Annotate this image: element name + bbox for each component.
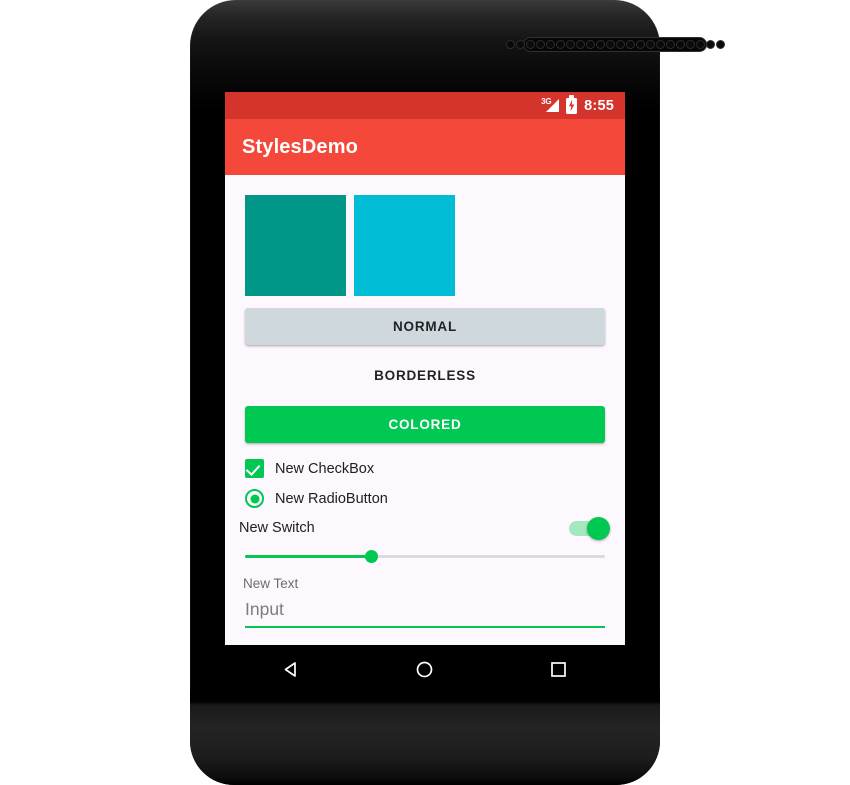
network-type-label: 3G (541, 97, 552, 106)
navigation-bar (225, 645, 625, 693)
app-content: NORMAL BORDERLESS COLORED New CheckBox N… (225, 175, 625, 628)
grille-hole (615, 40, 625, 49)
grille-hole (605, 40, 615, 49)
normal-button-wrap: NORMAL (225, 296, 625, 345)
grille-hole (625, 40, 635, 49)
grille-hole (655, 40, 665, 49)
input-wrap (225, 599, 625, 628)
grille-hole (685, 40, 695, 49)
grille-hole (665, 40, 675, 49)
input-field[interactable] (245, 599, 605, 628)
signal-triangle-icon: 3G (541, 97, 560, 113)
checkbox-label: New CheckBox (275, 460, 375, 477)
normal-button[interactable]: NORMAL (245, 308, 605, 345)
status-bar-time: 8:55 (584, 97, 614, 114)
text-label: New Text (243, 576, 299, 591)
switch-row[interactable]: New Switch (225, 516, 625, 540)
borderless-button[interactable]: BORDERLESS (245, 357, 605, 394)
checkbox-row[interactable]: New CheckBox (225, 459, 625, 478)
grille-hole (695, 40, 705, 49)
radio-selected-icon[interactable] (245, 489, 264, 508)
colored-button-wrap: COLORED (225, 394, 625, 443)
grille-hole (675, 40, 685, 49)
cyan-swatch (354, 195, 455, 296)
app-title: StylesDemo (242, 135, 358, 158)
grille-hole (645, 40, 655, 49)
switch-label: New Switch (239, 520, 315, 536)
app-bar: StylesDemo (225, 119, 625, 175)
grille-hole (525, 40, 535, 49)
radio-label: New RadioButton (275, 490, 388, 507)
grille-hole (635, 40, 645, 49)
seekbar-fill (245, 555, 371, 558)
device-bottom-bezel (190, 690, 660, 785)
grille-hole (575, 40, 585, 49)
back-icon[interactable] (262, 645, 322, 693)
grille-hole (705, 40, 715, 49)
checkbox-checked-icon[interactable] (245, 459, 264, 478)
color-swatch-row (225, 175, 625, 296)
grille-hole (555, 40, 565, 49)
switch-thumb (587, 516, 610, 540)
seekbar[interactable] (225, 548, 625, 566)
battery-charging-icon (566, 95, 578, 114)
switch-toggle[interactable] (569, 516, 610, 540)
earpiece-speaker-grille (505, 37, 725, 52)
recents-icon[interactable] (528, 645, 588, 693)
grille-hole (545, 40, 555, 49)
colored-button[interactable]: COLORED (245, 406, 605, 443)
grille-hole (565, 40, 575, 49)
status-bar: 3G 8:55 (225, 92, 625, 119)
grille-hole (585, 40, 595, 49)
seekbar-thumb[interactable] (364, 550, 378, 563)
borderless-button-wrap: BORDERLESS (225, 345, 625, 394)
grille-hole (515, 40, 525, 49)
grille-hole (535, 40, 545, 49)
phone-screen: 3G 8:55 StylesDemo NORMAL BORDERLESS COL… (225, 92, 625, 645)
teal-swatch (245, 195, 346, 296)
radio-row[interactable]: New RadioButton (225, 489, 625, 508)
grille-hole (505, 40, 515, 49)
grille-hole (595, 40, 605, 49)
home-icon[interactable] (395, 645, 455, 693)
grille-hole (715, 40, 725, 49)
